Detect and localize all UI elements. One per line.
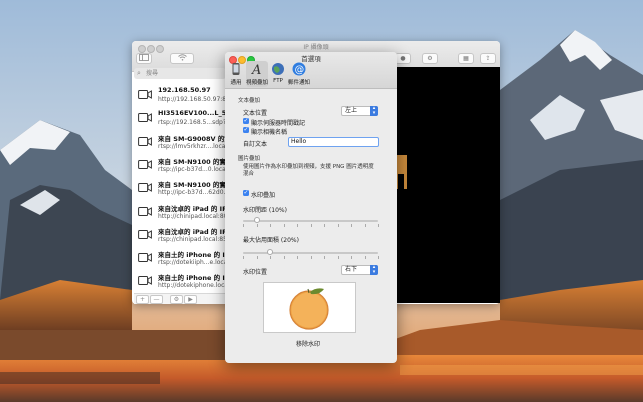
slider-tick (337, 224, 339, 227)
video-camera-icon (138, 206, 152, 216)
camera-name: 192.168.50.97 (158, 86, 211, 94)
video-camera-icon (138, 276, 152, 286)
camera-list-item[interactable]: 來自 SM-N9100 的實時影 http://ipc-b37d...62d0.l… (134, 177, 239, 200)
text-position-value: 左上 (345, 107, 358, 114)
play-button[interactable]: ▶ (184, 295, 197, 304)
globe-icon (272, 63, 284, 75)
show-timestamp-label: 顯示伺服器時間戳記 (251, 120, 306, 127)
wifi-icon (177, 54, 187, 61)
camera-url: http://chinipad.local:8081 (158, 212, 236, 220)
slider-tick (270, 256, 271, 259)
camera-list-item[interactable]: 來自 SM-G9008V 的實時 rtsp://lmv5rkhzr....loca… (134, 131, 237, 154)
settings-button[interactable]: ⚙ (422, 53, 438, 64)
stop-button[interactable]: ● (395, 53, 411, 64)
slider-tick (243, 224, 244, 227)
tab-email-label: 郵件通知 (287, 80, 310, 86)
slider-tick (270, 224, 271, 227)
video-camera-icon (138, 159, 152, 169)
watermark-section-title: 圖片疊加 (238, 156, 261, 162)
slider-tick (378, 224, 379, 227)
slider-tick (337, 256, 339, 259)
camera-list-item[interactable]: HI3516EV100...L_538 rtsp://192.168.5...sd… (134, 107, 240, 130)
watermark-enable-label: 水印疊加 (251, 192, 276, 199)
slider-tick (364, 224, 366, 227)
show-camera-name-label: 顯示相機名稱 (251, 129, 288, 136)
video-camera-icon (138, 136, 152, 146)
watermark-position-value: 右下 (345, 266, 358, 273)
list-footer: + — ⚙ ▶ (134, 293, 226, 304)
opacity-label: 水印閉距 (10%) (243, 207, 287, 214)
text-position-label: 文本位置 (243, 110, 268, 117)
add-camera-button[interactable]: + (136, 295, 149, 304)
text-position-select[interactable]: 左上 ▴ ▾ (341, 106, 378, 116)
camera-list-item[interactable]: 來自沈卓的 iPad 的 IP 攝像 http://chinipad.local:… (134, 201, 242, 224)
text-overlay-section-title: 文本疊加 (238, 98, 261, 104)
camera-list-item[interactable]: 192.168.50.97 http://192.168.50.97:8081 (134, 84, 238, 107)
search-input[interactable]: ⌕ 搜尋 (134, 68, 226, 79)
opacity-slider-knob[interactable] (253, 217, 260, 223)
slider-tick (283, 224, 285, 227)
watermark-preview[interactable] (263, 282, 356, 333)
svg-text:A: A (251, 63, 261, 76)
window-title: IP 攝像頭 (303, 44, 329, 51)
slider-tick (310, 224, 312, 227)
remove-watermark-button[interactable]: 移除水印 (296, 339, 320, 348)
orange-icon (289, 288, 329, 330)
video-camera-icon (138, 229, 152, 239)
search-icon: ⌕ (137, 69, 141, 77)
remove-camera-button[interactable]: — (150, 295, 163, 304)
camera-settings-button[interactable]: ⚙ (170, 295, 183, 304)
video-overlay-inner (398, 174, 404, 200)
chevron-updown-icon: ▴ ▾ (370, 106, 378, 116)
camera-name: HI3516EV100...L_538 (158, 109, 236, 118)
show-timestamp-checkbox[interactable]: ✓ (243, 118, 249, 124)
text-a-icon: A (251, 63, 261, 76)
preferences-toolbar: 首選項 通用 A 視頻疊加 FTP @ 郵件通知 (225, 52, 397, 89)
slider-tick (243, 256, 244, 259)
wifi-button[interactable] (170, 53, 194, 64)
slider-tick (324, 224, 325, 227)
custom-text-label: 自訂文本 (243, 141, 268, 148)
video-camera-icon (138, 183, 152, 193)
search-placeholder: 搜尋 (146, 70, 159, 77)
slider-tick (351, 224, 352, 227)
share-button[interactable]: ⇪ (480, 53, 496, 64)
custom-text-input[interactable]: Hello (288, 137, 379, 147)
camera-list-item[interactable]: 來自土的 iPhone 的 IP 攝像 http://dotekiphone.lo… (134, 270, 245, 293)
slider-tick (297, 224, 298, 227)
camera-list-item[interactable]: 來自土的 iPhone 的 IP 攝像 rtsp://dotekiiph...e.… (134, 247, 245, 270)
watermark-position-label: 水印位置 (243, 269, 268, 276)
video-view[interactable] (395, 67, 500, 303)
svg-text:@: @ (295, 65, 305, 76)
camera-list-item[interactable]: 來自沈卓的 iPad 的 IP 攝像 rtsp://chinipad.local:… (134, 224, 242, 247)
max-area-label: 最大佔用面積 (20%) (243, 237, 299, 244)
camera-list-item[interactable]: 來自 SM-N9100 的實時影 rtsp://ipc-b37d...0.loca… (134, 154, 239, 177)
video-camera-icon (138, 253, 152, 263)
slider-tick (324, 256, 325, 259)
watermark-description: 使用圖片作為水印疊加到視頻，支援 PNG 圖片透明度混合 (243, 164, 374, 177)
chevron-updown-icon: ▴ ▾ (370, 265, 378, 275)
slider-tick (310, 256, 312, 259)
opacity-slider[interactable] (243, 220, 378, 222)
video-camera-icon (138, 113, 152, 123)
max-area-slider[interactable] (243, 252, 378, 254)
sidebar-toggle-button[interactable] (136, 53, 152, 64)
watermark-position-select[interactable]: 右下 ▴ ▾ (341, 265, 378, 275)
layout-button[interactable]: ▦ (458, 53, 474, 64)
slider-tick (351, 256, 352, 259)
sidebar-icon (139, 54, 149, 61)
slider-tick (256, 256, 258, 259)
phone-icon (232, 63, 240, 75)
slider-tick (378, 256, 379, 259)
video-camera-icon (138, 90, 152, 99)
slider-tick (297, 256, 298, 259)
watermark-enable-checkbox[interactable]: ✓ (243, 190, 249, 196)
show-camera-name-checkbox[interactable]: ✓ (243, 127, 249, 133)
at-icon: @ (292, 62, 306, 76)
slider-tick (283, 256, 285, 259)
slider-tick (364, 256, 366, 259)
tab-email[interactable]: @ 郵件通知 (288, 61, 310, 87)
max-area-slider-knob[interactable] (267, 249, 273, 255)
slider-tick (256, 224, 258, 227)
